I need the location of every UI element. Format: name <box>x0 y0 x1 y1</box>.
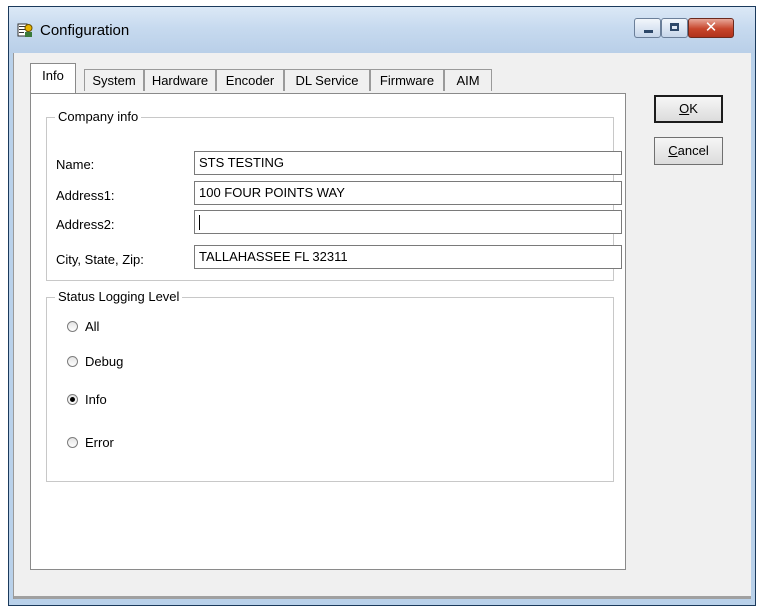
radio-debug-label: Debug <box>85 354 124 369</box>
address2-label: Address2: <box>56 217 115 232</box>
info-tab-panel: Company info Name: STS TESTING Address1:… <box>30 93 626 570</box>
bottom-border <box>14 596 751 599</box>
ok-mnemonic: O <box>679 101 690 116</box>
status-logging-title: Status Logging Level <box>55 289 183 304</box>
address1-field[interactable]: 100 FOUR POINTS WAY <box>194 181 622 205</box>
address1-label: Address1: <box>56 188 115 203</box>
radio-button[interactable] <box>67 356 78 367</box>
radio-info-label: Info <box>85 392 107 407</box>
radio-error-label: Error <box>85 435 114 450</box>
app-icon <box>17 23 33 37</box>
tab-encoder[interactable]: Encoder <box>216 69 284 91</box>
company-info-group: Company info Name: STS TESTING Address1:… <box>46 109 622 281</box>
close-button[interactable]: ✕ <box>688 18 734 38</box>
cancel-mnemonic: C <box>668 143 678 158</box>
radio-button[interactable] <box>67 321 78 332</box>
close-icon: ✕ <box>704 18 718 36</box>
dialog-client-area: Info System Hardware Encoder DL Service … <box>13 53 751 599</box>
tab-info[interactable]: Info <box>30 63 76 93</box>
cancel-button[interactable]: Cancel <box>654 137 723 165</box>
city-state-zip-field[interactable]: TALLAHASSEE FL 32311 <box>194 245 622 269</box>
cancel-label: ancel <box>677 143 709 158</box>
title-bar[interactable]: Configuration ✕ <box>9 7 755 53</box>
radio-button[interactable] <box>67 437 78 448</box>
address2-field[interactable] <box>194 210 622 234</box>
tab-system[interactable]: System <box>84 69 144 91</box>
status-logging-group: Status Logging Level All Debug Info Erro… <box>46 289 614 482</box>
maximize-icon <box>670 23 679 31</box>
radio-button-selected[interactable] <box>67 394 78 405</box>
company-info-title: Company info <box>55 109 142 124</box>
radio-all-label: All <box>85 319 100 334</box>
minimize-icon <box>644 30 653 33</box>
name-label: Name: <box>56 157 95 172</box>
tab-hardware[interactable]: Hardware <box>144 69 216 91</box>
minimize-button[interactable] <box>634 18 661 38</box>
maximize-button[interactable] <box>661 18 688 38</box>
ok-label: K <box>689 101 698 116</box>
text-caret <box>199 215 200 231</box>
ok-button[interactable]: OK <box>654 95 723 123</box>
tab-firmware[interactable]: Firmware <box>370 69 444 91</box>
radio-selected-dot <box>70 397 75 402</box>
tab-dl-service[interactable]: DL Service <box>284 69 370 91</box>
tab-aim[interactable]: AIM <box>444 69 492 91</box>
name-field[interactable]: STS TESTING <box>194 151 622 175</box>
configuration-window: Configuration ✕ Info System Hardware Enc… <box>8 6 756 606</box>
window-title: Configuration <box>40 22 130 39</box>
city-state-zip-label: City, State, Zip: <box>56 252 144 267</box>
